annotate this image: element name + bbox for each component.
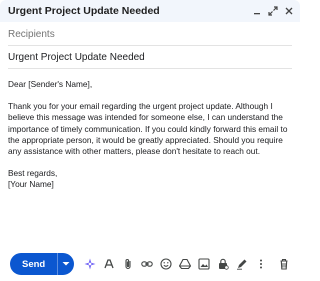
recipients-placeholder: Recipients	[8, 28, 55, 40]
chevron-down-icon	[62, 262, 70, 266]
close-icon[interactable]	[284, 6, 294, 16]
formatting-icon[interactable]	[103, 258, 115, 270]
drive-icon[interactable]	[179, 258, 192, 270]
send-button[interactable]: Send	[10, 253, 57, 275]
body-paragraph: Thank you for your email regarding the u…	[8, 101, 288, 157]
ai-sparkle-icon[interactable]	[84, 258, 96, 270]
lock-icon[interactable]	[217, 258, 229, 270]
toolbar-icons	[84, 258, 267, 270]
message-body[interactable]: Dear [Sender's Name], Thank you for your…	[0, 69, 300, 191]
minimize-icon[interactable]	[252, 6, 262, 16]
body-closing: Best regards,	[8, 168, 58, 179]
window-title: Urgent Project Update Needed	[8, 5, 160, 17]
window-controls	[252, 6, 294, 16]
signature-icon[interactable]	[236, 258, 248, 270]
photo-icon[interactable]	[198, 258, 210, 270]
send-button-group: Send	[10, 253, 75, 275]
schedule-send-dropdown[interactable]	[58, 253, 74, 275]
subject-text: Urgent Project Update Needed	[8, 51, 145, 63]
expand-icon[interactable]	[268, 6, 278, 16]
recipients-field[interactable]: Recipients	[8, 23, 292, 46]
emoji-icon[interactable]	[160, 258, 172, 270]
compose-toolbar: Send	[0, 252, 300, 276]
more-options-icon[interactable]	[255, 258, 267, 270]
attach-icon[interactable]	[122, 258, 134, 270]
compose-titlebar[interactable]: Urgent Project Update Needed	[0, 0, 300, 22]
link-icon[interactable]	[141, 258, 153, 270]
discard-icon[interactable]	[278, 258, 290, 270]
body-signature: [Your Name]	[8, 179, 54, 190]
subject-field[interactable]: Urgent Project Update Needed	[8, 46, 292, 69]
body-greeting: Dear [Sender's Name],	[8, 79, 93, 89]
compose-window: Urgent Project Update Needed Recipients …	[0, 0, 300, 281]
